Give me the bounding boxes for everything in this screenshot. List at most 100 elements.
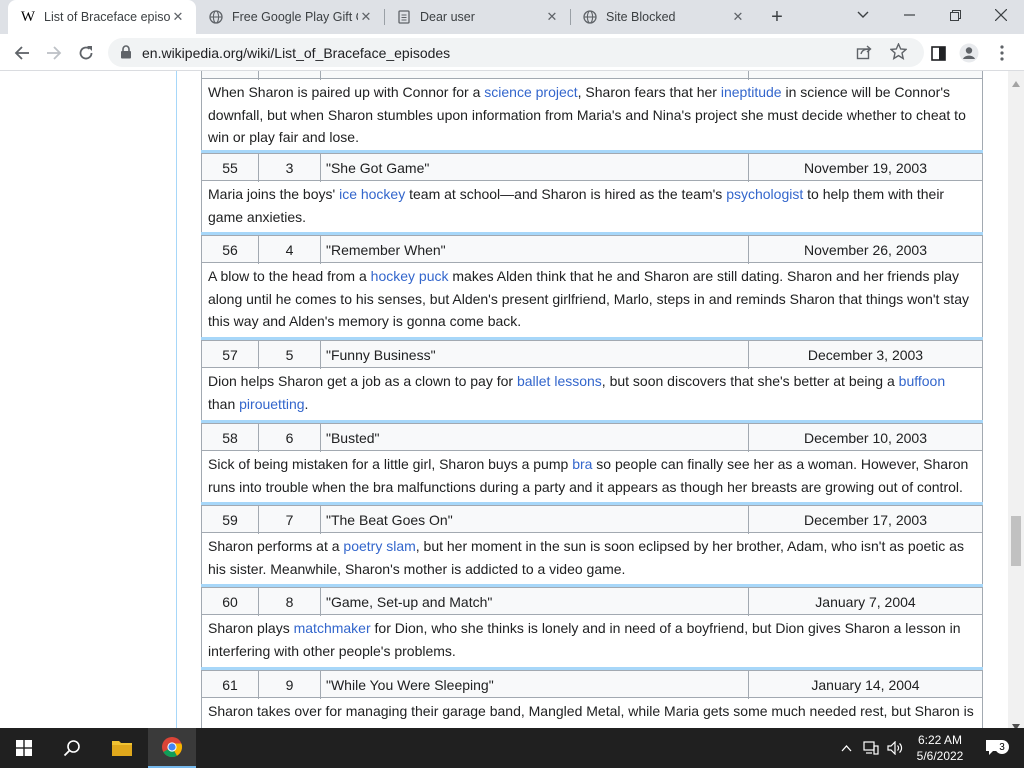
air-date: December 3, 2003: [807, 347, 924, 363]
close-window-button[interactable]: [978, 0, 1024, 30]
link-hockey-puck[interactable]: hockey puck: [371, 268, 449, 284]
restore-button[interactable]: [932, 0, 978, 30]
episode-number: 57: [202, 341, 259, 369]
minimize-button[interactable]: [886, 0, 932, 30]
link-pirouetting[interactable]: pirouetting: [239, 396, 304, 412]
air-date: November 19, 2003: [804, 160, 927, 176]
episode-description: A blow to the head from a hockey puck ma…: [201, 263, 983, 337]
address-bar[interactable]: en.wikipedia.org/wiki/List_of_Braceface_…: [108, 38, 924, 67]
scrollbar-thumb[interactable]: [1011, 516, 1021, 566]
air-date: January 7, 2004: [815, 594, 916, 610]
season-episode-number: 7: [259, 506, 321, 534]
season-episode-number: 5: [259, 341, 321, 369]
close-tab-icon[interactable]: ✕: [170, 9, 186, 25]
scroll-up-arrow-icon[interactable]: [1012, 74, 1020, 92]
episode-number: 60: [202, 588, 259, 616]
episode-title: "The Beat Goes On": [321, 506, 749, 534]
tab-braceface[interactable]: W List of Braceface episo ✕: [8, 0, 196, 34]
page-content: When Sharon is paired up with Connor for…: [0, 71, 1008, 728]
lock-icon[interactable]: [120, 45, 132, 64]
reload-button[interactable]: [72, 39, 100, 67]
wikipedia-favicon-icon: W: [20, 8, 36, 25]
link-ineptitude[interactable]: ineptitude: [721, 84, 782, 100]
notification-center-icon[interactable]: 3: [980, 728, 1010, 768]
episode-description: Dion helps Sharon get a job as a clown t…: [201, 368, 983, 420]
episode-title: "Funny Business": [321, 341, 749, 369]
link-science-project[interactable]: science project: [484, 84, 577, 100]
link-poetry-slam[interactable]: poetry slam: [343, 538, 415, 554]
episode-number: 59: [202, 506, 259, 534]
menu-kebab-icon[interactable]: [988, 39, 1016, 67]
episode-header-row: 60 8 "Game, Set-up and Match" January 7,…: [201, 587, 983, 616]
episode-description: Sharon plays matchmaker for Dion, who sh…: [201, 615, 983, 667]
episode-header-row: 56 4 "Remember When" November 26, 2003: [201, 235, 983, 264]
air-date: December 10, 2003: [804, 430, 927, 446]
episode-header-row: 61 9 "While You Were Sleeping" January 1…: [201, 670, 983, 699]
start-button[interactable]: [0, 728, 48, 768]
link-bra[interactable]: bra: [572, 456, 592, 472]
clock[interactable]: 6:22 AM 5/6/2022: [912, 728, 968, 768]
share-icon[interactable]: [856, 44, 872, 65]
clock-time: 6:22 AM: [917, 733, 963, 747]
season-episode-number: 6: [259, 424, 321, 452]
new-tab-button[interactable]: +: [765, 5, 789, 29]
url-text: en.wikipedia.org/wiki/List_of_Braceface_…: [142, 45, 451, 61]
bookmark-star-icon[interactable]: [889, 42, 908, 65]
tab-title: List of Braceface episo: [44, 10, 170, 24]
notification-count-badge: 3: [995, 740, 1009, 754]
air-date: December 17, 2003: [804, 512, 927, 528]
network-icon[interactable]: [860, 728, 882, 768]
episode-number: 58: [202, 424, 259, 452]
tab-strip: W List of Braceface episo ✕ Free Google …: [0, 0, 1024, 34]
link-ballet-lessons[interactable]: ballet lessons: [517, 373, 602, 389]
chrome-taskbar-icon[interactable]: [148, 728, 196, 768]
close-tab-icon[interactable]: ✕: [730, 9, 746, 25]
episode-header-row: 57 5 "Funny Business" December 3, 2003: [201, 340, 983, 369]
season-episode-number: 8: [259, 588, 321, 616]
season-episode-number: 4: [259, 236, 321, 264]
forward-button[interactable]: [40, 39, 68, 67]
close-tab-icon[interactable]: ✕: [544, 9, 560, 25]
episode-description: Sharon takes over for managing their gar…: [201, 698, 983, 728]
episode-title: "While You Were Sleeping": [321, 671, 749, 699]
tab-google-play[interactable]: Free Google Play Gift C ✕: [196, 0, 384, 34]
profile-avatar-icon[interactable]: [955, 39, 983, 67]
tab-title: Dear user: [420, 10, 475, 24]
episode-description: Maria joins the boys' ice hockey team at…: [201, 181, 983, 232]
tab-title: Site Blocked: [606, 10, 676, 24]
back-button[interactable]: [8, 39, 36, 67]
episode-description: Sick of being mistaken for a little girl…: [201, 451, 983, 502]
side-panel-button[interactable]: [924, 39, 952, 67]
tab-site-blocked[interactable]: Site Blocked ✕: [570, 0, 756, 34]
episode-number: 61: [202, 671, 259, 699]
air-date: January 14, 2004: [811, 677, 920, 693]
episode-number: 56: [202, 236, 259, 264]
season-episode-number: 3: [259, 154, 321, 182]
episode-title: "She Got Game": [321, 154, 749, 182]
page-scrollbar[interactable]: [1008, 71, 1024, 730]
show-hidden-icons-chevron-icon[interactable]: [836, 728, 856, 768]
globe-icon: [208, 9, 224, 25]
link-buffoon[interactable]: buffoon: [899, 373, 945, 389]
file-explorer-icon[interactable]: [98, 728, 146, 768]
tab-search-button[interactable]: [840, 0, 886, 30]
document-icon: [396, 9, 412, 25]
episode-title: "Game, Set-up and Match": [321, 588, 749, 616]
windows-taskbar: 6:22 AM 5/6/2022 3: [0, 728, 1024, 768]
episode-header-row: [201, 71, 983, 80]
link-psychologist[interactable]: psychologist: [726, 186, 803, 202]
air-date: November 26, 2003: [804, 242, 927, 258]
episode-title: "Busted": [321, 424, 749, 452]
close-tab-icon[interactable]: ✕: [358, 9, 374, 25]
episode-header-row: 58 6 "Busted" December 10, 2003: [201, 423, 983, 452]
link-ice-hockey[interactable]: ice hockey: [339, 186, 405, 202]
episode-description: When Sharon is paired up with Connor for…: [201, 79, 983, 151]
episode-description: Sharon performs at a poetry slam, but he…: [201, 533, 983, 584]
tab-dear-user[interactable]: Dear user ✕: [384, 0, 570, 34]
globe-icon: [582, 9, 598, 25]
episode-title: "Remember When": [321, 236, 749, 264]
search-icon[interactable]: [48, 728, 96, 768]
sidebar-border: [176, 71, 177, 728]
link-matchmaker[interactable]: matchmaker: [294, 620, 371, 636]
volume-icon[interactable]: [884, 728, 906, 768]
